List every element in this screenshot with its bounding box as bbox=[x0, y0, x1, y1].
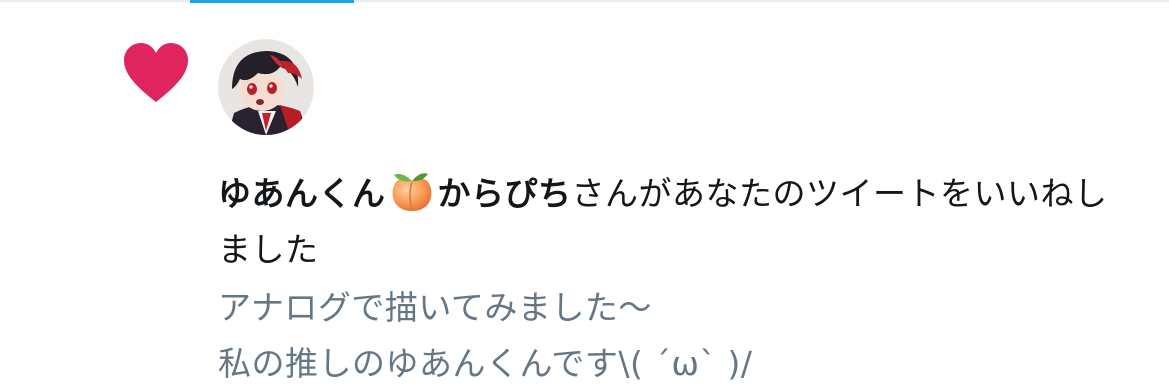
avatar-illustration bbox=[218, 39, 314, 135]
user-name-part2: からぴち bbox=[437, 174, 572, 213]
tweet-preview-line-2: 私の推しのゆあんくんです\( ´ω` )/ bbox=[218, 344, 753, 383]
notification-text: ゆあんくん からぴちさんがあなたのツイートをいいねしました bbox=[218, 166, 1138, 278]
active-tab-indicator bbox=[190, 0, 354, 3]
tweet-preview[interactable]: アナログで描いてみました〜 私の推しのゆあんくんです\( ´ω` )/ bbox=[218, 280, 1138, 392]
user-name-link[interactable]: ゆあんくん からぴち bbox=[218, 173, 572, 213]
user-name-part1: ゆあんくん bbox=[218, 174, 386, 213]
top-divider bbox=[0, 0, 1169, 2]
peach-emoji bbox=[392, 173, 431, 211]
tweet-preview-line-1: アナログで描いてみました〜 bbox=[218, 288, 652, 327]
heart-icon bbox=[124, 43, 188, 102]
avatar[interactable] bbox=[218, 39, 314, 135]
